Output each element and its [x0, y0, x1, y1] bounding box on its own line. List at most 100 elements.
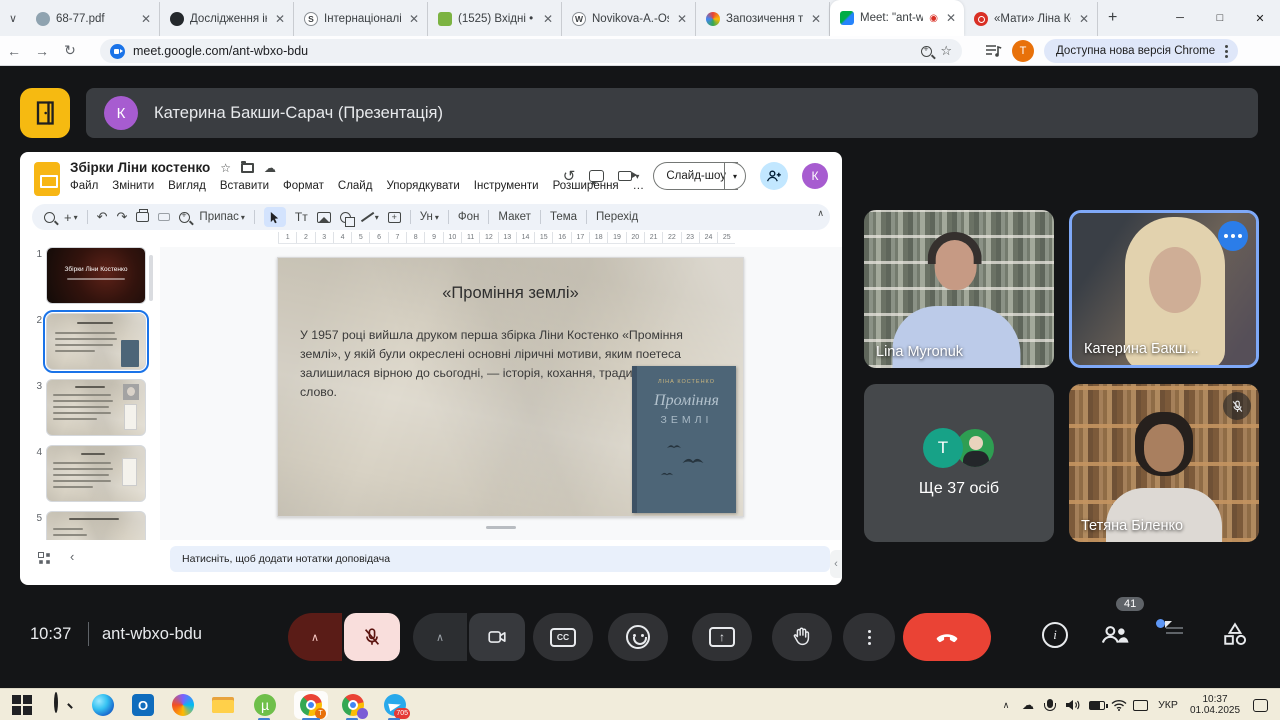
undo-icon[interactable]: ↶	[97, 209, 108, 225]
meeting-details-button[interactable]: i	[1042, 622, 1068, 648]
volume-icon[interactable]	[1062, 689, 1084, 720]
present-to-meeting-button[interactable]: ▾	[618, 171, 639, 181]
browser-menu-icon[interactable]	[1225, 50, 1228, 53]
new-slide-button[interactable]: +▾	[64, 210, 78, 225]
slide-title[interactable]: «Проміння землі»	[278, 284, 743, 303]
media-controls-icon[interactable]	[985, 44, 1003, 63]
battery-icon[interactable]	[1086, 689, 1108, 720]
browser-tab[interactable]: (1525) Вхідні • t✕	[428, 2, 562, 36]
insert-placeholder-icon[interactable]: +	[388, 212, 401, 223]
copilot-icon[interactable]	[172, 694, 194, 716]
door-app-badge[interactable]	[20, 88, 70, 138]
layout-button[interactable]: Макет	[498, 211, 531, 223]
theme-button[interactable]: Тема	[550, 211, 577, 223]
text-style-dropdown[interactable]: Ун▾	[420, 211, 439, 223]
text-box-icon[interactable]: Tт	[295, 210, 308, 224]
tab-close-icon[interactable]: ✕	[809, 12, 823, 26]
tray-expand-chevron[interactable]: ∧	[996, 689, 1016, 720]
insert-shape-icon[interactable]	[340, 212, 351, 223]
overflow-participants-tile[interactable]: T Ще 37 осіб	[864, 384, 1054, 542]
version-history-icon[interactable]: ↺	[563, 167, 576, 185]
maximize-button[interactable]: □	[1200, 0, 1240, 36]
zoom-icon[interactable]	[921, 46, 932, 57]
menu-Упорядкувати[interactable]: Упорядкувати	[386, 180, 459, 192]
camera-options-chevron[interactable]: ∧	[413, 613, 467, 661]
transition-button[interactable]: Перехід	[596, 211, 638, 223]
video-tile-tetyana[interactable]: Тетяна Біленко	[1069, 384, 1259, 542]
select-cursor-icon[interactable]	[264, 207, 286, 227]
zoom-icon[interactable]	[179, 212, 190, 223]
file-explorer-icon[interactable]	[212, 694, 234, 716]
move-folder-icon[interactable]	[241, 163, 254, 173]
url-text[interactable]: meet.google.com/ant-wbxo-bdu	[133, 44, 913, 58]
telegram-icon[interactable]: 705	[384, 694, 406, 716]
background-button[interactable]: Фон	[458, 211, 480, 223]
microphone-control[interactable]: ∧	[288, 613, 400, 661]
tab-close-icon[interactable]: ✕	[273, 12, 287, 26]
new-tab-button[interactable]: +	[1098, 9, 1127, 27]
chrome-update-button[interactable]: Доступна нова версія Chrome	[1044, 39, 1238, 63]
tile-options-button[interactable]	[1218, 221, 1248, 251]
menu-Вставити[interactable]: Вставити	[220, 180, 269, 192]
browser-tab[interactable]: 68-77.pdf✕	[26, 2, 160, 36]
browser-tab[interactable]: Meet: "ant-w◉✕	[830, 0, 964, 36]
speaker-notes-field[interactable]: Натисніть, щоб додати нотатки доповідача	[170, 546, 830, 572]
clock-date[interactable]: 10:3701.04.2025	[1186, 689, 1244, 720]
raise-hand-button[interactable]	[772, 613, 832, 661]
share-button[interactable]	[760, 162, 788, 190]
present-screen-button[interactable]: ↑	[692, 613, 752, 661]
tab-close-icon[interactable]: ✕	[407, 12, 421, 26]
current-slide[interactable]: «Проміння землі» У 1957 році вийшла друк…	[277, 257, 744, 517]
reload-icon[interactable]: ↻	[56, 42, 84, 59]
slide-thumbnail-5[interactable]: 5	[28, 511, 160, 540]
edge-icon[interactable]	[92, 694, 114, 716]
tab-close-icon[interactable]: ✕	[1077, 12, 1091, 26]
reactions-button[interactable]	[608, 613, 668, 661]
chrome-active-icon[interactable]: T	[300, 694, 322, 716]
back-icon[interactable]: ←	[0, 43, 28, 59]
language-switcher[interactable]: УКР	[1152, 689, 1184, 720]
slide-thumbnail-3[interactable]: 3	[28, 379, 160, 436]
captions-button[interactable]: CC	[533, 613, 593, 661]
taskbar-search-icon[interactable]	[52, 694, 74, 716]
menu-Інструменти[interactable]: Інструменти	[474, 180, 539, 192]
menu-Файл[interactable]: Файл	[70, 180, 98, 192]
slideshow-dropdown[interactable]: ▾	[724, 162, 746, 190]
bookmark-star-icon[interactable]: ☆	[940, 43, 952, 59]
url-field[interactable]: meet.google.com/ant-wbxo-bdu ☆	[100, 39, 962, 63]
close-button[interactable]: ✕	[1240, 0, 1280, 36]
fit-zoom-dropdown[interactable]: Припас▾	[199, 211, 244, 223]
panel-collapse-icon[interactable]: ‹	[830, 550, 842, 578]
menu-Змінити[interactable]: Змінити	[112, 180, 154, 192]
wifi-icon[interactable]	[1108, 689, 1130, 720]
paint-format-icon[interactable]	[158, 213, 170, 221]
insert-line-icon[interactable]: ▾	[360, 211, 379, 224]
chrome-second-icon[interactable]	[342, 694, 364, 716]
mic-muted-button[interactable]	[344, 613, 400, 661]
browser-tab[interactable]: «Мати» Ліна Ко✕	[964, 2, 1098, 36]
search-icon[interactable]	[44, 212, 55, 223]
menu-Вигляд[interactable]: Вигляд	[168, 180, 206, 192]
browser-tab[interactable]: Запозичення та✕	[696, 2, 830, 36]
outlook-icon[interactable]: O	[132, 694, 154, 716]
more-options-button[interactable]	[843, 613, 895, 661]
canvas-divider-handle[interactable]	[486, 526, 516, 529]
tab-close-icon[interactable]: ✕	[139, 12, 153, 26]
toolbar-collapse-icon[interactable]: ∧	[817, 208, 824, 219]
minimize-button[interactable]: ─	[1160, 0, 1200, 36]
tab-close-icon[interactable]: ✕	[675, 12, 689, 26]
activities-button[interactable]	[1222, 622, 1248, 651]
document-title[interactable]: Збірки Ліни костенко	[70, 160, 210, 175]
cast-display-icon[interactable]	[1130, 689, 1150, 720]
camera-control[interactable]: ∧	[413, 613, 525, 661]
tab-search-chevron-icon[interactable]: ∨	[0, 12, 26, 25]
onedrive-cloud-icon[interactable]: ☁	[1018, 689, 1038, 720]
book-cover-image[interactable]: ЛІНА КОСТЕНКО Проміння ЗЕМЛІ	[632, 366, 736, 513]
start-button[interactable]	[12, 694, 34, 716]
redo-icon[interactable]: ↷	[117, 209, 128, 225]
participants-button[interactable]	[1100, 624, 1130, 650]
profile-avatar[interactable]: T	[1012, 40, 1034, 62]
comments-icon[interactable]	[589, 170, 604, 182]
tab-close-icon[interactable]: ✕	[541, 12, 555, 26]
star-document-icon[interactable]: ☆	[220, 161, 231, 175]
